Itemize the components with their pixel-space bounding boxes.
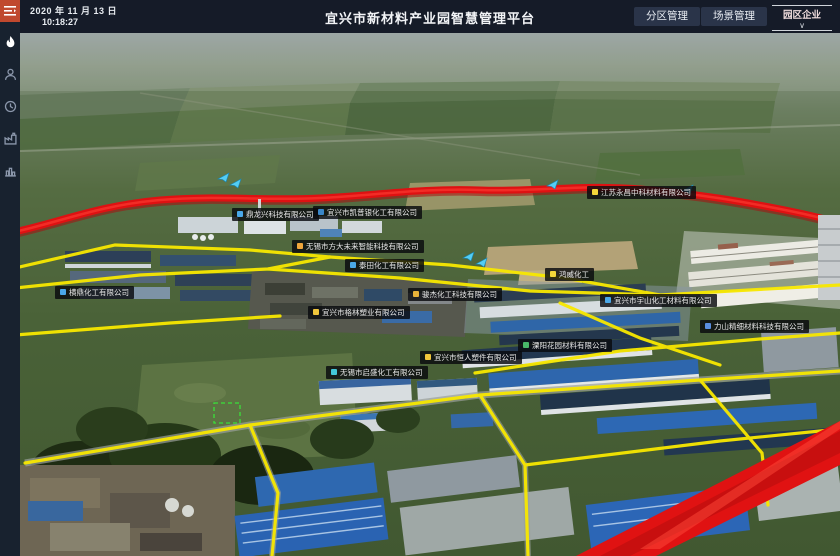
company-label-text: 泰田化工有限公司 xyxy=(359,262,419,270)
history-icon xyxy=(4,100,17,113)
company-label-text: 鸿威化工 xyxy=(559,271,589,279)
company-label[interactable]: 溧阳花园材料有限公司 xyxy=(518,339,612,352)
company-label[interactable]: 宜兴市恒人塑件有限公司 xyxy=(420,351,522,364)
smart-park-platform: 2020 年 11 月 13 日 10:18:27 宜兴市新材料产业园智慧管理平… xyxy=(0,0,840,556)
company-label-text: 无锡市启盛化工有限公司 xyxy=(340,369,423,377)
company-label[interactable]: 无锡市方大未来智能科技有限公司 xyxy=(292,240,424,253)
company-marker-icon xyxy=(523,342,529,348)
sidebar-item-factory[interactable] xyxy=(0,126,20,150)
left-sidebar xyxy=(0,0,20,556)
company-label-text: 无锡市方大未来智能科技有限公司 xyxy=(306,243,419,251)
zone-management-button[interactable]: 分区管理 xyxy=(634,7,700,26)
company-label-text: 力山精细材料科技有限公司 xyxy=(714,323,804,331)
chevron-down-icon: ∨ xyxy=(772,22,832,30)
company-label[interactable]: 无锡市启盛化工有限公司 xyxy=(326,366,428,379)
company-label-text: 溧阳花园材料有限公司 xyxy=(532,342,607,350)
park-enterprise-tab[interactable]: 园区企业 ∨ xyxy=(772,5,832,31)
company-marker-icon xyxy=(60,289,66,295)
company-label-text: 宜兴市凯普银化工有限公司 xyxy=(327,209,417,217)
fire-icon xyxy=(4,36,17,49)
company-marker-icon xyxy=(705,323,711,329)
company-label[interactable]: 宜兴市凯普银化工有限公司 xyxy=(313,206,422,219)
scene-management-button[interactable]: 场景管理 xyxy=(701,7,767,26)
company-label[interactable]: 泰田化工有限公司 xyxy=(345,259,424,272)
company-label[interactable]: 江苏永昌中科材料有限公司 xyxy=(587,186,696,199)
company-label-text: 宜兴市恒人塑件有限公司 xyxy=(434,354,517,362)
company-label-text: 宜兴市宇山化工材料有限公司 xyxy=(614,297,712,305)
company-label[interactable]: 鼎龙兴科技有限公司 xyxy=(232,208,319,221)
company-marker-icon xyxy=(237,211,243,217)
sidebar-item-statistics[interactable] xyxy=(0,158,20,182)
user-icon xyxy=(4,68,17,81)
company-marker-icon xyxy=(413,291,419,297)
company-marker-icon xyxy=(313,309,319,315)
company-marker-icon xyxy=(605,297,611,303)
company-marker-icon xyxy=(350,262,356,268)
company-label[interactable]: 鸿威化工 xyxy=(545,268,594,281)
sidebar-item-history[interactable] xyxy=(0,94,20,118)
company-label[interactable]: 宜兴市格林塑业有限公司 xyxy=(308,306,410,319)
company-marker-icon xyxy=(318,209,324,215)
company-marker-icon xyxy=(297,243,303,249)
company-label-text: 横鼎化工有限公司 xyxy=(69,289,129,297)
company-label-text: 江苏永昌中科材料有限公司 xyxy=(601,189,691,197)
map-3d-view[interactable]: 鼎龙兴科技有限公司 宜兴市凯普银化工有限公司无锡市方大未来智能科技有限公司泰田化工… xyxy=(20,33,840,556)
company-label[interactable]: 横鼎化工有限公司 xyxy=(55,286,134,299)
company-marker-icon xyxy=(331,369,337,375)
menu-toggle-button[interactable] xyxy=(0,0,20,22)
top-header: 2020 年 11 月 13 日 10:18:27 宜兴市新材料产业园智慧管理平… xyxy=(20,0,840,33)
park-enterprise-label: 园区企业 xyxy=(772,7,832,21)
company-marker-icon xyxy=(550,271,556,277)
sidebar-item-users[interactable] xyxy=(0,62,20,86)
company-marker-icon xyxy=(425,354,431,360)
company-label-text: 鼎龙兴科技有限公司 xyxy=(246,211,314,219)
company-label[interactable]: 力山精细材料科技有限公司 xyxy=(700,320,809,333)
company-label-text: 骏杰化工科技有限公司 xyxy=(422,291,497,299)
company-label[interactable]: 宜兴市宇山化工材料有限公司 xyxy=(600,294,717,307)
company-label[interactable]: 骏杰化工科技有限公司 xyxy=(408,288,502,301)
sidebar-item-fire[interactable] xyxy=(0,30,20,54)
company-marker-icon xyxy=(592,189,598,195)
menu-icon xyxy=(4,6,16,16)
company-label-text: 宜兴市格林塑业有限公司 xyxy=(322,309,405,317)
bar-chart-icon xyxy=(4,164,17,177)
factory-icon xyxy=(4,132,17,145)
